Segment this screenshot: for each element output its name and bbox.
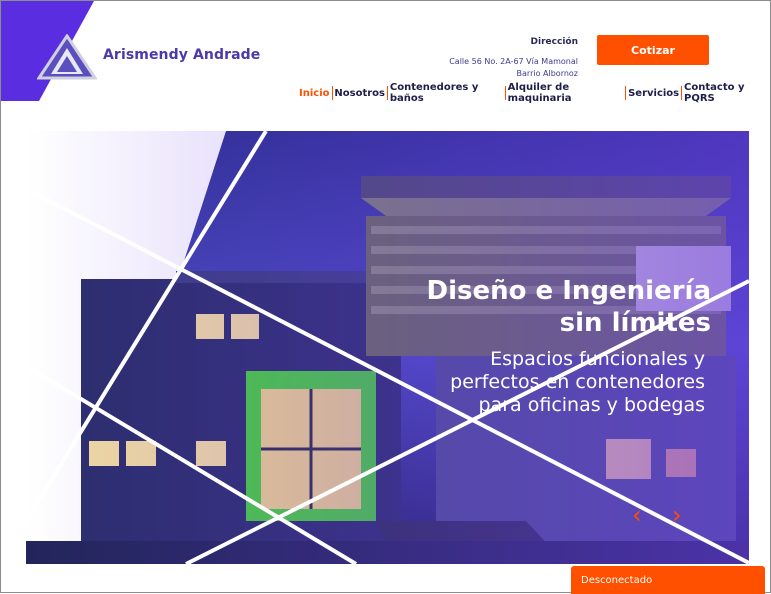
logo-icon xyxy=(37,34,97,80)
chat-status-tab[interactable]: Desconectado xyxy=(571,566,765,594)
hero-slider[interactable]: Diseño e Ingeniería sin límites Espacios… xyxy=(26,131,749,564)
cotizar-button[interactable]: Cotizar xyxy=(597,35,709,65)
nav-item-servicios[interactable]: Servicios xyxy=(627,88,680,99)
address-line-1: Calle 56 No. 2A-67 Vía Mamonal xyxy=(449,57,578,66)
chevron-left-icon[interactable]: ‹ xyxy=(632,501,642,529)
hero-subtitle: Espacios funcionales y perfectos en cont… xyxy=(450,348,705,416)
nav-separator xyxy=(625,86,627,100)
brand-name[interactable]: Arismendy Andrade xyxy=(103,47,260,63)
nav-item-alquiler[interactable]: Alquiler de maquinaria xyxy=(507,82,625,104)
address-line-2: Barrio Albornoz xyxy=(516,69,578,78)
hero-title: Diseño e Ingeniería sin límites xyxy=(426,276,711,338)
nav-separator xyxy=(681,86,683,100)
nav-item-contacto[interactable]: Contacto y PQRS xyxy=(683,82,770,104)
nav-separator xyxy=(504,86,506,100)
nav-separator xyxy=(331,86,333,100)
nav-item-inicio[interactable]: Inicio xyxy=(298,88,331,99)
main-nav: Inicio Nosotros Contenedores y baños Alq… xyxy=(298,82,770,104)
nav-item-contenedores[interactable]: Contenedores y baños xyxy=(389,82,504,104)
nav-separator xyxy=(387,86,388,100)
nav-item-nosotros[interactable]: Nosotros xyxy=(333,88,386,99)
address-block: Dirección Calle 56 No. 2A-67 Vía Mamonal… xyxy=(358,37,578,80)
address-title: Dirección xyxy=(530,37,578,47)
chevron-right-icon[interactable]: › xyxy=(672,501,682,529)
